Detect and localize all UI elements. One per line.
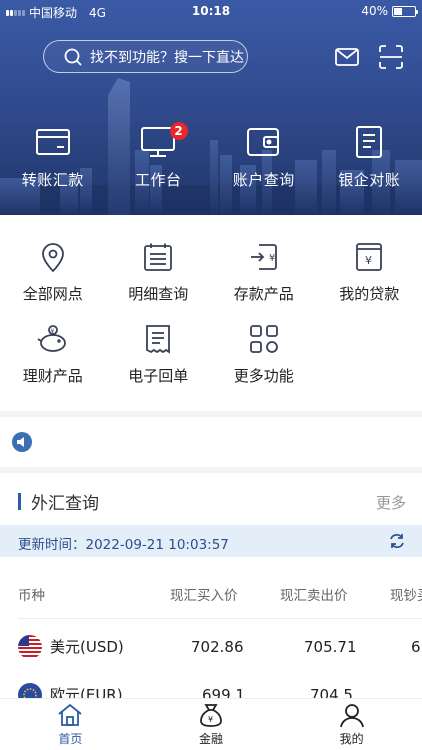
search-icon (64, 48, 82, 66)
column-spot-buy: 现汇买入价 (170, 588, 238, 604)
deposit-icon: ¥ (248, 241, 280, 273)
function-grid: 全部网点 明细查询 ¥ 存款产品 ¥ 我的贷款 ¥ 理财产品 电子回单 更多功能 (0, 215, 422, 411)
quick-action-account-query[interactable]: 账户查询 (211, 124, 317, 190)
notification-badge: 2 (169, 122, 188, 140)
refresh-icon[interactable] (388, 533, 406, 553)
eu-flag-icon (18, 683, 42, 698)
spot-buy-value: 699.1 (202, 686, 245, 698)
svg-text:¥: ¥ (50, 328, 54, 335)
document-icon (351, 124, 387, 160)
svg-text:¥: ¥ (269, 253, 275, 264)
home-icon (56, 702, 84, 728)
fx-more-link[interactable]: 更多 (376, 492, 406, 513)
tab-finance[interactable]: ¥ 金融 (141, 699, 282, 750)
table-row[interactable]: 美元(USD) 702.86 705.71 6 (0, 629, 422, 669)
status-bar: 中国移动 4G 10:18 40% (0, 0, 422, 22)
battery-icon (392, 5, 418, 17)
function-deposit-products[interactable]: ¥ 存款产品 (211, 241, 317, 304)
function-label: 电子回单 (128, 367, 189, 385)
spot-sell-value: 705.71 (304, 638, 357, 656)
function-label: 全部网点 (22, 285, 83, 303)
function-e-receipt[interactable]: 电子回单 (106, 323, 212, 386)
function-label: 理财产品 (22, 367, 83, 385)
wallet-icon (246, 124, 282, 160)
title-accent-bar (18, 493, 21, 510)
location-icon (37, 241, 69, 273)
column-currency: 币种 (18, 588, 45, 604)
currency-name: 美元(USD) (50, 638, 124, 656)
scan-icon[interactable] (378, 44, 404, 70)
grid-more-icon (248, 323, 280, 355)
function-label: 明细查询 (128, 285, 189, 303)
spot-buy-value: 702.86 (191, 638, 244, 656)
tab-mine[interactable]: 我的 (281, 699, 422, 750)
search-input[interactable]: 找不到功能？搜一下直达 (43, 40, 248, 73)
message-icon[interactable] (334, 44, 360, 70)
update-time: 2022-09-21 10:03:57 (85, 537, 229, 553)
user-icon (338, 702, 366, 728)
tab-label: 首页 (58, 732, 83, 746)
function-all-branches[interactable]: 全部网点 (0, 241, 106, 304)
column-cash-buy: 现钞买 (390, 588, 422, 604)
quick-action-label: 转账汇款 (21, 171, 84, 189)
speaker-icon (12, 432, 32, 452)
cash-buy-value: 6 (411, 638, 421, 656)
calendar-list-icon (142, 241, 174, 273)
loan-icon: ¥ (353, 241, 385, 273)
function-label: 存款产品 (233, 285, 294, 303)
search-placeholder: 找不到功能？搜一下直达 (90, 49, 244, 66)
function-detail-query[interactable]: 明细查询 (106, 241, 212, 304)
money-bag-icon: ¥ (197, 702, 225, 728)
quick-action-workbench[interactable]: 2 工作台 (106, 122, 212, 190)
fx-update-bar: 更新时间：2022-09-21 10:03:57 (0, 525, 422, 557)
battery-percent: 40% (361, 4, 388, 18)
announcement-bar[interactable] (0, 417, 422, 467)
quick-action-label: 银企对账 (338, 171, 401, 189)
quick-action-label: 工作台 (134, 171, 182, 189)
card-icon (35, 124, 71, 160)
function-more[interactable]: 更多功能 (211, 323, 317, 386)
quick-action-reconcile[interactable]: 银企对账 (317, 124, 422, 190)
hero-header: 中国移动 4G 10:18 40% 找不到功能？搜一下直达 转账汇款 2 工作台… (0, 0, 422, 215)
currency-name: 欧元(EUR) (50, 686, 123, 698)
divider (18, 618, 422, 619)
fx-title-text: 外汇查询 (31, 494, 99, 514)
svg-text:¥: ¥ (208, 715, 213, 724)
function-my-loans[interactable]: ¥ 我的贷款 (317, 241, 422, 304)
tab-label: 金融 (198, 732, 223, 746)
table-row[interactable]: 欧元(EUR) 699.1 704.5 (0, 677, 422, 698)
status-time: 10:18 (191, 4, 231, 18)
receipt-icon (142, 323, 174, 355)
us-flag-icon (18, 635, 42, 659)
quick-action-transfer[interactable]: 转账汇款 (0, 124, 106, 190)
column-spot-sell: 现汇卖出价 (280, 588, 348, 604)
svg-text:¥: ¥ (365, 254, 372, 267)
spot-sell-value: 704.5 (310, 686, 353, 698)
quick-action-label: 账户查询 (232, 171, 295, 189)
fx-title: 外汇查询 (18, 489, 99, 514)
function-label: 更多功能 (233, 367, 294, 385)
tab-home[interactable]: 首页 (0, 699, 141, 750)
quick-actions: 转账汇款 2 工作台 账户查询 银企对账 (0, 122, 422, 190)
piggy-bank-icon: ¥ (37, 323, 69, 355)
tab-label: 我的 (339, 732, 364, 746)
function-wealth-products[interactable]: ¥ 理财产品 (0, 323, 106, 386)
bottom-tab-bar: 首页 ¥ 金融 我的 (0, 698, 422, 750)
update-label: 更新时间： (18, 537, 86, 553)
fx-section: 外汇查询 更多 更新时间：2022-09-21 10:03:57 币种 现汇买入… (0, 473, 422, 698)
function-label: 我的贷款 (339, 285, 400, 303)
